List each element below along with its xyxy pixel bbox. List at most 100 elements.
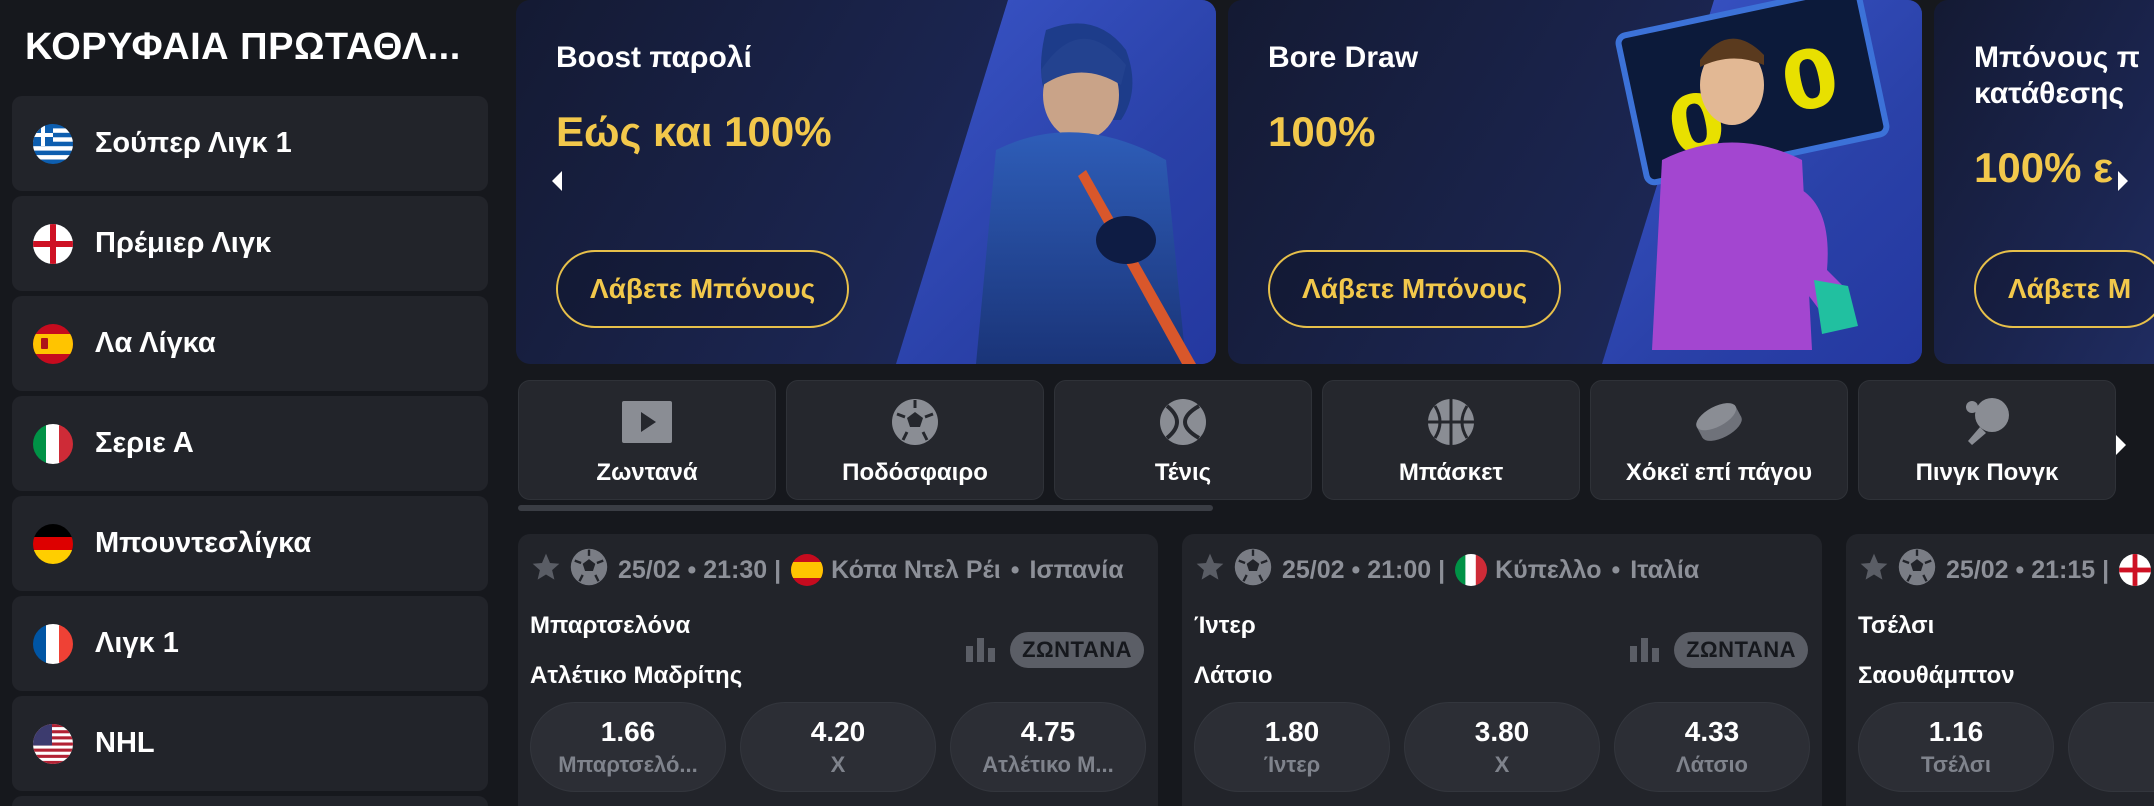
away-team: Λάτσιο bbox=[1194, 662, 1273, 689]
france-flag-icon bbox=[33, 623, 73, 664]
odd-label: Λάτσιο bbox=[1675, 752, 1748, 777]
league-name: Λιγκ 1 bbox=[95, 627, 179, 659]
carousel-prev-arrow-icon[interactable] bbox=[542, 166, 572, 196]
banner-title: Boost παρολί bbox=[556, 41, 752, 74]
sidebar-title: ΚΟΡΥΦΑΙΑ ΠΡΩΤΑΘΛ... bbox=[25, 26, 461, 68]
promo-banner-boost[interactable]: Boost παρολί Εώς και 100% Λάβετε Μπόνους bbox=[516, 0, 1216, 364]
league-item-premier-league[interactable]: Πρέμιερ Λιγκ bbox=[12, 196, 488, 291]
tab-basketball[interactable]: Μπάσκετ bbox=[1322, 380, 1580, 500]
match-meta: 25/02 • 21:30 | Κόπα Ντελ Ρέι • Ισπανία bbox=[530, 548, 1124, 592]
italy-flag-icon bbox=[33, 423, 73, 464]
get-bonus-button[interactable]: Λάβετε Μπόνους bbox=[1268, 250, 1562, 328]
tennis-ball-icon bbox=[1159, 397, 1207, 447]
hockey-player-image bbox=[976, 23, 1196, 364]
banner-amount: Εώς και 100% bbox=[556, 108, 832, 155]
odd-value: 4.20 bbox=[810, 716, 866, 747]
live-play-icon bbox=[622, 397, 672, 447]
tab-football[interactable]: Ποδόσφαιρο bbox=[786, 380, 1044, 500]
home-team: Μπαρτσελόνα bbox=[530, 612, 691, 639]
odd-label: Ατλέτικο Μ... bbox=[982, 752, 1114, 777]
germany-flag-icon bbox=[33, 523, 73, 564]
odd-button-home[interactable]: 1.16 Τσέλσι bbox=[1858, 702, 2054, 792]
league-name: Σεριε Α bbox=[95, 427, 194, 459]
stats-bars-icon[interactable] bbox=[1630, 634, 1660, 667]
league-item-bundesliga[interactable]: Μπουντεσλίγκα bbox=[12, 496, 488, 591]
favorite-star-icon[interactable] bbox=[1858, 551, 1890, 590]
soccer-ball-icon bbox=[1898, 548, 1936, 593]
favorite-star-icon[interactable] bbox=[1194, 551, 1226, 590]
tab-label: Πινγκ Πονγκ bbox=[1915, 459, 2059, 486]
competition-name: Κόπα Ντελ Ρέι bbox=[831, 555, 1001, 584]
tab-label: Τένις bbox=[1154, 459, 1212, 486]
match-card-inter-lazio[interactable]: 25/02 • 21:00 | Κύπελλο • Ιταλία Ίντερ Λ… bbox=[1182, 534, 1822, 806]
odd-button-draw[interactable]: 3.80 X bbox=[1404, 702, 1600, 792]
get-bonus-button[interactable]: Λάβετε Μ bbox=[1974, 250, 2154, 328]
odd-value: 4.33 bbox=[1684, 716, 1740, 747]
banner-title: Μπόνους π κατάθεσης bbox=[1974, 41, 2140, 110]
match-card-barcelona-atletico[interactable]: 25/02 • 21:30 | Κόπα Ντελ Ρέι • Ισπανία … bbox=[518, 534, 1158, 806]
match-datetime: 25/02 • 21:15 | bbox=[1946, 555, 2110, 584]
tab-ping-pong[interactable]: Πινγκ Πονγκ bbox=[1858, 380, 2116, 500]
match-meta: 25/02 • 21:00 | Κύπελλο • Ιταλία bbox=[1194, 548, 1699, 592]
carousel-next-arrow-icon[interactable] bbox=[2108, 166, 2138, 196]
ping-pong-icon bbox=[1962, 397, 2012, 447]
banner-amount: 100% ε bbox=[1974, 144, 2114, 191]
sports-next-arrow-icon[interactable] bbox=[2106, 430, 2136, 460]
usa-flag-icon bbox=[33, 723, 73, 764]
odd-button-draw[interactable]: 4.20 X bbox=[740, 702, 936, 792]
stats-bars-icon[interactable] bbox=[966, 634, 996, 667]
odd-label: X bbox=[1494, 752, 1510, 777]
league-item-serie-a[interactable]: Σεριε Α bbox=[12, 396, 488, 491]
away-team: Σαουθάμπτον bbox=[1858, 662, 2015, 689]
league-item-super-league[interactable]: Σούπερ Λιγκ 1 bbox=[12, 96, 488, 191]
live-badge: ΖΩΝΤΑΝΑ bbox=[1010, 632, 1144, 668]
hockey-puck-icon bbox=[1693, 397, 1745, 447]
tab-ice-hockey[interactable]: Χόκεϊ επί πάγου bbox=[1590, 380, 1848, 500]
spain-flag-icon bbox=[791, 554, 824, 586]
league-name: Λα Λίγκα bbox=[95, 327, 216, 359]
odd-button-away[interactable]: 4.75 Ατλέτικο Μ... bbox=[950, 702, 1146, 792]
league-item-la-liga[interactable]: Λα Λίγκα bbox=[12, 296, 488, 391]
soccer-ball-icon bbox=[570, 548, 608, 593]
greece-flag-icon bbox=[33, 123, 73, 164]
banner-title: Bore Draw bbox=[1268, 41, 1419, 74]
sports-scrollbar[interactable] bbox=[518, 505, 1213, 511]
odd-value: 1.80 bbox=[1264, 716, 1320, 747]
goalkeeper-scoreboard-image: 0 0 bbox=[1615, 0, 1890, 350]
odd-label: Μπαρτσελό... bbox=[558, 752, 698, 777]
odd-button-home[interactable]: 1.80 Ίντερ bbox=[1194, 702, 1390, 792]
top-leagues-sidebar: ΚΟΡΥΦΑΙΑ ΠΡΩΤΑΘΛ... Σούπερ Λιγκ 1 Πρέμιε… bbox=[0, 0, 500, 806]
league-item-ligue-1[interactable]: Λιγκ 1 bbox=[12, 596, 488, 691]
live-badge: ΖΩΝΤΑΝΑ bbox=[1674, 632, 1808, 668]
soccer-ball-icon bbox=[1234, 548, 1272, 593]
live-indicator: ΖΩΝΤΑΝΑ bbox=[966, 632, 1144, 668]
get-bonus-button[interactable]: Λάβετε Μπόνους bbox=[556, 250, 850, 328]
away-team: Ατλέτικο Μαδρίτης bbox=[530, 662, 743, 689]
league-name: Σούπερ Λιγκ 1 bbox=[95, 127, 292, 159]
banner-amount: 100% bbox=[1268, 108, 1376, 155]
promo-banner-bore-draw[interactable]: 0 0 Bore Draw 100% Λάβετε Μπόνους bbox=[1228, 0, 1922, 364]
home-team: Ίντερ bbox=[1194, 612, 1256, 639]
tab-live[interactable]: Ζωντανά bbox=[518, 380, 776, 500]
home-team: Τσέλσι bbox=[1858, 612, 1935, 639]
odd-button-home[interactable]: 1.66 Μπαρτσελό... bbox=[530, 702, 726, 792]
soccer-ball-icon bbox=[891, 397, 939, 447]
odd-button-away[interactable]: 4.33 Λάτσιο bbox=[1614, 702, 1810, 792]
league-name: Μπουντεσλίγκα bbox=[95, 527, 312, 559]
odd-button-draw[interactable] bbox=[2068, 702, 2154, 792]
tab-label: Μπάσκετ bbox=[1398, 459, 1504, 486]
spain-flag-icon bbox=[33, 323, 73, 364]
odd-value: 4.75 bbox=[1020, 716, 1076, 747]
match-meta: 25/02 • 21:15 | bbox=[1858, 548, 2154, 592]
match-card-chelsea-southampton[interactable]: 25/02 • 21:15 | Τσέλσι Σαουθάμπτον 1.16 Τ… bbox=[1846, 534, 2154, 806]
odd-label: X bbox=[830, 752, 846, 777]
odd-value: 1.16 bbox=[1928, 716, 1984, 747]
country-name: Ιταλία bbox=[1630, 555, 1700, 584]
tab-tennis[interactable]: Τένις bbox=[1054, 380, 1312, 500]
tab-label: Ζωντανά bbox=[596, 459, 698, 486]
favorite-star-icon[interactable] bbox=[530, 551, 562, 590]
league-item-nhl[interactable]: NHL bbox=[12, 696, 488, 791]
league-item-partial[interactable] bbox=[12, 796, 488, 806]
league-name: Πρέμιερ Λιγκ bbox=[95, 227, 272, 259]
match-datetime: 25/02 • 21:30 | bbox=[618, 555, 782, 584]
